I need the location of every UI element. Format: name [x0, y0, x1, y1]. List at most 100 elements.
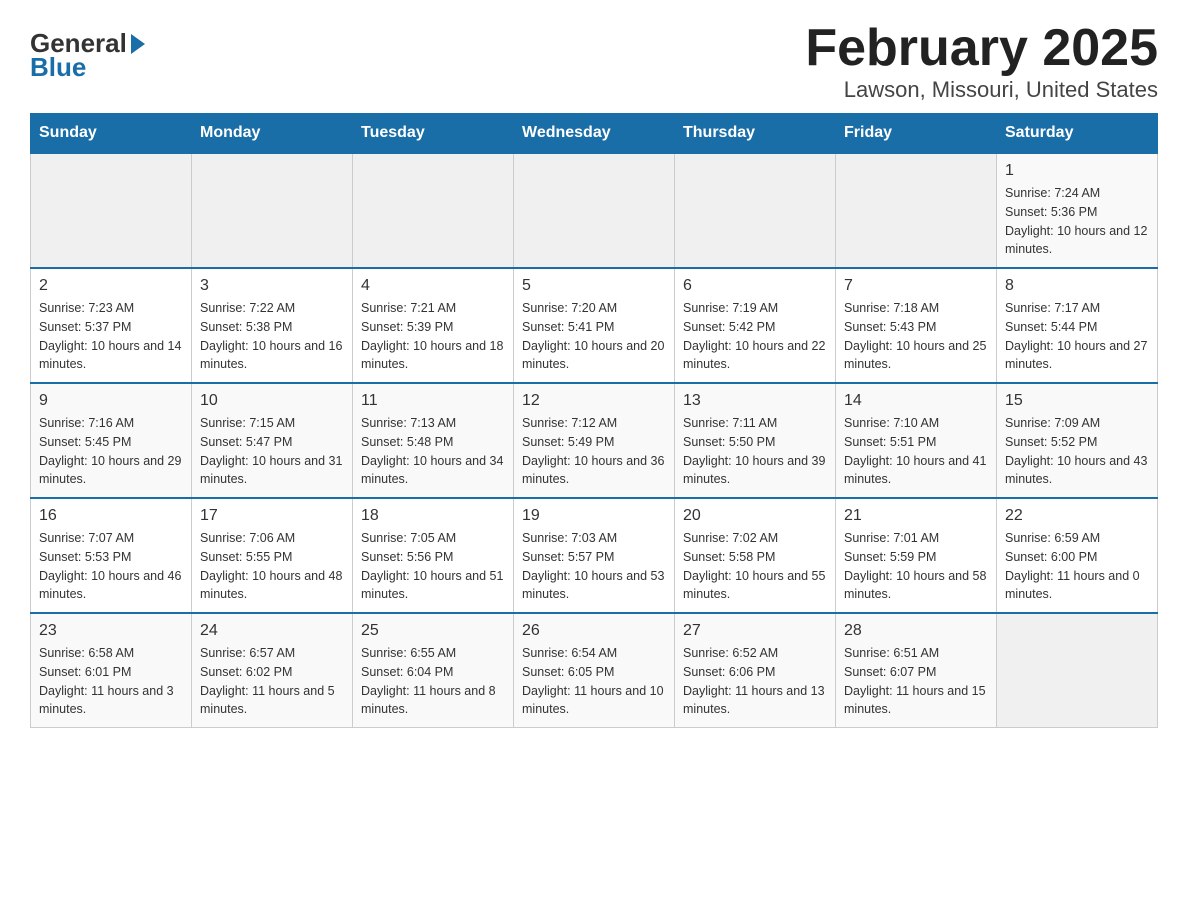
day-number: 6: [683, 277, 827, 295]
day-info: Sunrise: 7:10 AMSunset: 5:51 PMDaylight:…: [844, 414, 988, 489]
day-info: Sunrise: 7:18 AMSunset: 5:43 PMDaylight:…: [844, 299, 988, 374]
calendar-day-cell: [997, 613, 1158, 728]
day-number: 8: [1005, 277, 1149, 295]
day-number: 9: [39, 392, 183, 410]
day-info: Sunrise: 7:22 AMSunset: 5:38 PMDaylight:…: [200, 299, 344, 374]
calendar-day-cell: [192, 153, 353, 268]
day-number: 2: [39, 277, 183, 295]
calendar-day-cell: [836, 153, 997, 268]
calendar-week-row: 1Sunrise: 7:24 AMSunset: 5:36 PMDaylight…: [31, 153, 1158, 268]
page-header: General Blue February 2025 Lawson, Misso…: [30, 20, 1158, 103]
page-title: February 2025: [805, 20, 1158, 77]
calendar-day-cell: 5 Sunrise: 7:20 AMSunset: 5:41 PMDaylight…: [514, 268, 675, 383]
calendar-day-cell: 13 Sunrise: 7:11 AMSunset: 5:50 PMDayligh…: [675, 383, 836, 498]
day-number: 28: [844, 622, 988, 640]
calendar-day-cell: 23 Sunrise: 6:58 AMSunset: 6:01 PMDayligh…: [31, 613, 192, 728]
calendar-day-cell: 20 Sunrise: 7:02 AMSunset: 5:58 PMDayligh…: [675, 498, 836, 613]
calendar-day-cell: 22Sunrise: 6:59 AMSunset: 6:00 PMDayligh…: [997, 498, 1158, 613]
day-number: 20: [683, 507, 827, 525]
calendar-day-cell: 19 Sunrise: 7:03 AMSunset: 5:57 PMDayligh…: [514, 498, 675, 613]
day-number: 5: [522, 277, 666, 295]
day-number: 7: [844, 277, 988, 295]
day-info: Sunrise: 7:01 AMSunset: 5:59 PMDaylight:…: [844, 529, 988, 604]
day-number: 16: [39, 507, 183, 525]
day-number: 24: [200, 622, 344, 640]
day-number: 14: [844, 392, 988, 410]
calendar-day-cell: 9 Sunrise: 7:16 AMSunset: 5:45 PMDaylight…: [31, 383, 192, 498]
day-info: Sunrise: 7:02 AMSunset: 5:58 PMDaylight:…: [683, 529, 827, 604]
day-of-week-header: Sunday: [31, 114, 192, 154]
day-info: Sunrise: 7:12 AMSunset: 5:49 PMDaylight:…: [522, 414, 666, 489]
calendar-day-cell: 16 Sunrise: 7:07 AMSunset: 5:53 PMDayligh…: [31, 498, 192, 613]
day-number: 15: [1005, 392, 1149, 410]
day-of-week-header: Saturday: [997, 114, 1158, 154]
day-info: Sunrise: 6:54 AMSunset: 6:05 PMDaylight:…: [522, 644, 666, 719]
day-number: 13: [683, 392, 827, 410]
logo-arrow-icon: [131, 34, 145, 54]
day-of-week-header: Friday: [836, 114, 997, 154]
day-info: Sunrise: 6:59 AMSunset: 6:00 PMDaylight:…: [1005, 529, 1149, 604]
day-number: 10: [200, 392, 344, 410]
calendar-week-row: 2 Sunrise: 7:23 AMSunset: 5:37 PMDaylight…: [31, 268, 1158, 383]
calendar-day-cell: 26 Sunrise: 6:54 AMSunset: 6:05 PMDayligh…: [514, 613, 675, 728]
calendar-day-cell: 28 Sunrise: 6:51 AMSunset: 6:07 PMDayligh…: [836, 613, 997, 728]
calendar-table: SundayMondayTuesdayWednesdayThursdayFrid…: [30, 113, 1158, 728]
calendar-week-row: 23 Sunrise: 6:58 AMSunset: 6:01 PMDayligh…: [31, 613, 1158, 728]
calendar-day-cell: 17 Sunrise: 7:06 AMSunset: 5:55 PMDayligh…: [192, 498, 353, 613]
day-info: Sunrise: 7:13 AMSunset: 5:48 PMDaylight:…: [361, 414, 505, 489]
day-info: Sunrise: 7:20 AMSunset: 5:41 PMDaylight:…: [522, 299, 666, 374]
calendar-day-cell: [353, 153, 514, 268]
day-info: Sunrise: 7:11 AMSunset: 5:50 PMDaylight:…: [683, 414, 827, 489]
day-info: Sunrise: 6:55 AMSunset: 6:04 PMDaylight:…: [361, 644, 505, 719]
calendar-day-cell: [31, 153, 192, 268]
day-info: Sunrise: 7:21 AMSunset: 5:39 PMDaylight:…: [361, 299, 505, 374]
calendar-day-cell: 4Sunrise: 7:21 AMSunset: 5:39 PMDaylight…: [353, 268, 514, 383]
day-of-week-header: Monday: [192, 114, 353, 154]
day-info: Sunrise: 7:24 AMSunset: 5:36 PMDaylight:…: [1005, 184, 1149, 259]
day-of-week-header: Tuesday: [353, 114, 514, 154]
day-number: 23: [39, 622, 183, 640]
day-number: 26: [522, 622, 666, 640]
day-number: 21: [844, 507, 988, 525]
day-number: 17: [200, 507, 344, 525]
calendar-day-cell: [514, 153, 675, 268]
day-number: 25: [361, 622, 505, 640]
calendar-day-cell: 2 Sunrise: 7:23 AMSunset: 5:37 PMDaylight…: [31, 268, 192, 383]
day-info: Sunrise: 7:06 AMSunset: 5:55 PMDaylight:…: [200, 529, 344, 604]
calendar-day-cell: 6 Sunrise: 7:19 AMSunset: 5:42 PMDaylight…: [675, 268, 836, 383]
calendar-header-row: SundayMondayTuesdayWednesdayThursdayFrid…: [31, 114, 1158, 154]
day-number: 12: [522, 392, 666, 410]
day-number: 18: [361, 507, 505, 525]
calendar-day-cell: 27 Sunrise: 6:52 AMSunset: 6:06 PMDayligh…: [675, 613, 836, 728]
day-of-week-header: Wednesday: [514, 114, 675, 154]
calendar-day-cell: 11 Sunrise: 7:13 AMSunset: 5:48 PMDayligh…: [353, 383, 514, 498]
day-info: Sunrise: 6:51 AMSunset: 6:07 PMDaylight:…: [844, 644, 988, 719]
day-info: Sunrise: 6:58 AMSunset: 6:01 PMDaylight:…: [39, 644, 183, 719]
day-info: Sunrise: 7:03 AMSunset: 5:57 PMDaylight:…: [522, 529, 666, 604]
day-info: Sunrise: 7:09 AMSunset: 5:52 PMDaylight:…: [1005, 414, 1149, 489]
day-info: Sunrise: 7:07 AMSunset: 5:53 PMDaylight:…: [39, 529, 183, 604]
calendar-day-cell: 12 Sunrise: 7:12 AMSunset: 5:49 PMDayligh…: [514, 383, 675, 498]
day-number: 19: [522, 507, 666, 525]
day-number: 3: [200, 277, 344, 295]
day-of-week-header: Thursday: [675, 114, 836, 154]
day-info: Sunrise: 7:05 AMSunset: 5:56 PMDaylight:…: [361, 529, 505, 604]
calendar-day-cell: 18 Sunrise: 7:05 AMSunset: 5:56 PMDayligh…: [353, 498, 514, 613]
calendar-week-row: 9 Sunrise: 7:16 AMSunset: 5:45 PMDaylight…: [31, 383, 1158, 498]
calendar-day-cell: 8 Sunrise: 7:17 AMSunset: 5:44 PMDaylight…: [997, 268, 1158, 383]
page-subtitle: Lawson, Missouri, United States: [805, 77, 1158, 103]
day-number: 11: [361, 392, 505, 410]
calendar-day-cell: 14 Sunrise: 7:10 AMSunset: 5:51 PMDayligh…: [836, 383, 997, 498]
day-info: Sunrise: 7:19 AMSunset: 5:42 PMDaylight:…: [683, 299, 827, 374]
day-info: Sunrise: 6:52 AMSunset: 6:06 PMDaylight:…: [683, 644, 827, 719]
calendar-week-row: 16 Sunrise: 7:07 AMSunset: 5:53 PMDayligh…: [31, 498, 1158, 613]
day-info: Sunrise: 7:17 AMSunset: 5:44 PMDaylight:…: [1005, 299, 1149, 374]
day-info: Sunrise: 7:23 AMSunset: 5:37 PMDaylight:…: [39, 299, 183, 374]
day-info: Sunrise: 6:57 AMSunset: 6:02 PMDaylight:…: [200, 644, 344, 719]
calendar-day-cell: 10Sunrise: 7:15 AMSunset: 5:47 PMDayligh…: [192, 383, 353, 498]
logo-blue-text: Blue: [30, 54, 86, 80]
calendar-day-cell: 7 Sunrise: 7:18 AMSunset: 5:43 PMDaylight…: [836, 268, 997, 383]
day-info: Sunrise: 7:16 AMSunset: 5:45 PMDaylight:…: [39, 414, 183, 489]
day-number: 27: [683, 622, 827, 640]
calendar-day-cell: 15 Sunrise: 7:09 AMSunset: 5:52 PMDayligh…: [997, 383, 1158, 498]
